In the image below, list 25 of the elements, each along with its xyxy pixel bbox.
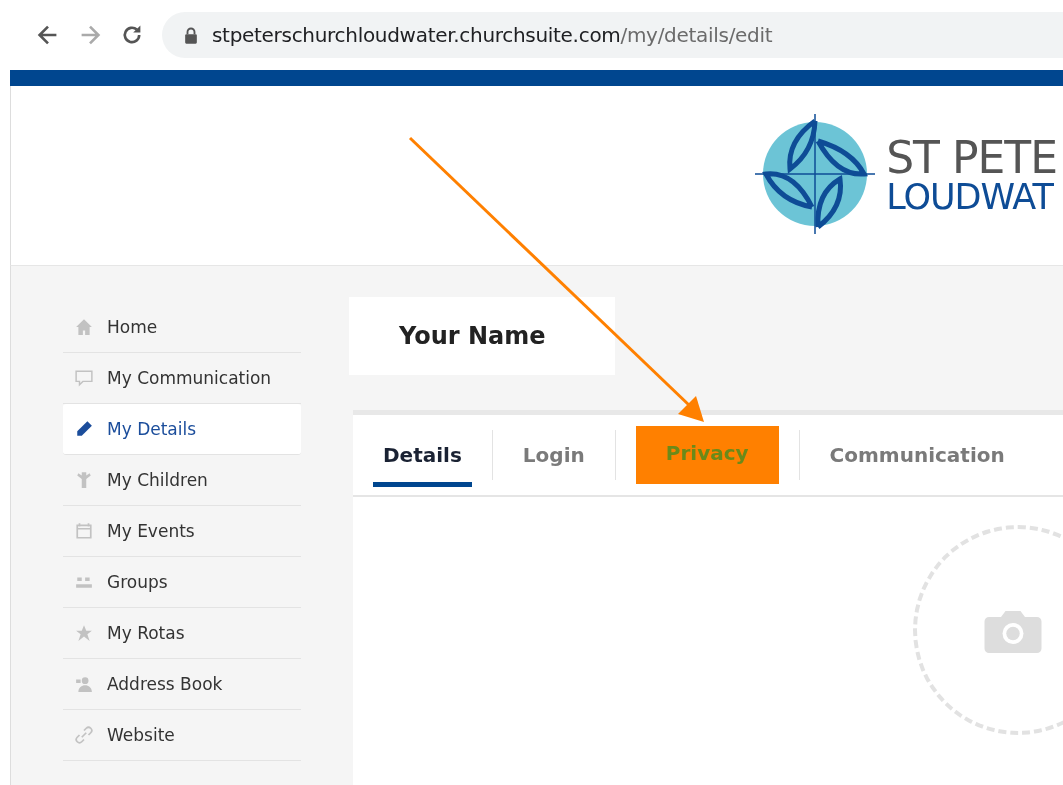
pencil-icon xyxy=(75,420,93,438)
calendar-clock-icon xyxy=(75,522,93,540)
sidebar-item[interactable]: Address Book xyxy=(63,659,301,710)
star-icon xyxy=(75,624,93,642)
logo-subtitle: LOUDWAT xyxy=(886,180,1055,215)
sidebar-item[interactable]: Website xyxy=(63,710,301,761)
sidebar-item[interactable]: My Children xyxy=(63,455,301,506)
logo-title: ST PETE xyxy=(886,136,1057,180)
home-icon xyxy=(75,318,93,336)
sidebar-item[interactable]: Groups xyxy=(63,557,301,608)
person-card-icon xyxy=(75,675,93,693)
chat-bubble-icon xyxy=(75,369,93,387)
profile-name: Your Name xyxy=(399,322,546,350)
address-bar[interactable]: stpeterschurchloudwater.churchsuite.com/my/details/edit xyxy=(162,12,1063,58)
tab[interactable]: Details xyxy=(373,428,472,487)
sidebar-item[interactable]: My Rotas xyxy=(63,608,301,659)
lock-icon xyxy=(184,26,198,44)
link-icon xyxy=(75,726,93,744)
sidebar-item[interactable]: Home xyxy=(63,302,301,353)
sidebar-item[interactable]: My Events xyxy=(63,506,301,557)
child-icon xyxy=(75,471,93,489)
url-text: stpeterschurchloudwater.churchsuite.com/my/details/edit xyxy=(212,23,773,47)
tab[interactable]: Login xyxy=(512,428,595,487)
tab[interactable]: Communication xyxy=(819,428,1015,487)
sidebar-item[interactable]: My Details xyxy=(63,404,301,455)
